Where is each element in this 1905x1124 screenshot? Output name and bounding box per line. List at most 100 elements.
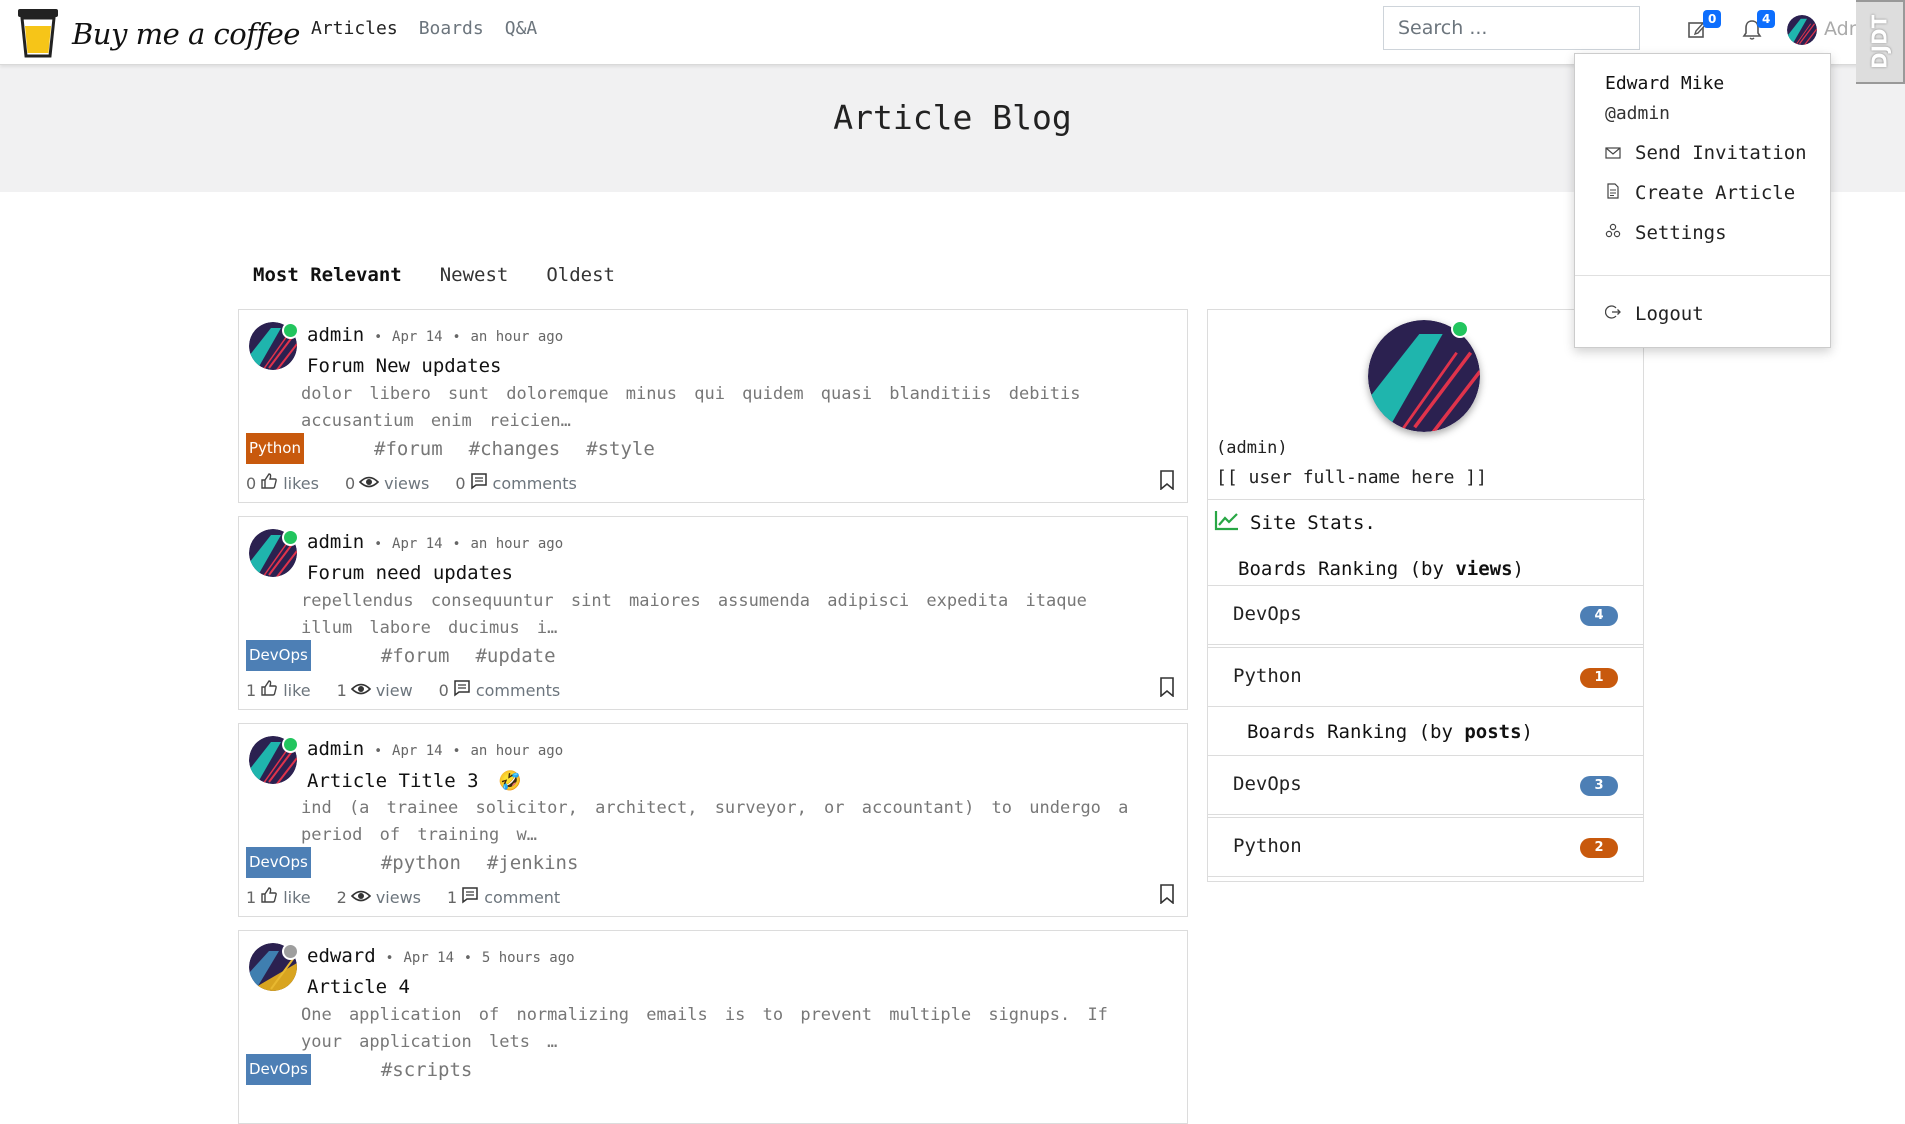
online-status-dot: [282, 736, 299, 753]
menu-user-handle: @admin: [1605, 103, 1671, 124]
meta-separator: •: [374, 744, 383, 759]
post-excerpt: ind (a trainee solicitor, architect, sur…: [301, 798, 1129, 845]
thumbs-up-icon: [260, 679, 278, 701]
ranking-item[interactable]: DevOps 4: [1208, 585, 1643, 645]
author-avatar[interactable]: [249, 529, 299, 577]
hashtag[interactable]: #forum: [381, 645, 450, 667]
hashtag[interactable]: #changes: [469, 438, 561, 460]
ranking-item[interactable]: Python 1: [1208, 647, 1643, 707]
meta-separator: •: [464, 951, 472, 966]
board-tag[interactable]: Python: [246, 433, 304, 464]
post-time-ago: an hour ago: [470, 329, 564, 345]
post-title[interactable]: Article 4: [307, 976, 410, 998]
post-date: Apr 14: [392, 536, 443, 552]
profile-username: (admin): [1216, 438, 1288, 458]
create-article-item[interactable]: Create Article: [1605, 182, 1795, 204]
notifications-count-badge: 4: [1757, 10, 1776, 28]
views-ranking-heading: Boards Ranking (by views): [1238, 558, 1524, 580]
logout-icon: [1604, 303, 1635, 325]
settings-item[interactable]: Settings: [1605, 222, 1727, 244]
comments-stat[interactable]: 0 comments: [455, 472, 577, 494]
bookmark-icon[interactable]: [1159, 884, 1177, 906]
comment-icon: [470, 472, 488, 494]
settings-icon: [1605, 222, 1635, 244]
online-status-dot: [282, 322, 299, 339]
nav-qa-link[interactable]: Q&A: [505, 18, 538, 39]
author-avatar[interactable]: [249, 943, 299, 991]
likes-stat[interactable]: 0 likes: [246, 472, 319, 494]
comments-stat[interactable]: 0 comments: [439, 679, 560, 701]
meta-separator: •: [374, 537, 383, 552]
post-card[interactable]: admin • Apr 14 • an hour ago Forum New u…: [238, 309, 1188, 503]
post-author[interactable]: edward: [307, 945, 376, 967]
likes-stat[interactable]: 1 like: [246, 679, 311, 701]
author-avatar[interactable]: [249, 322, 299, 370]
online-status-dot: [282, 529, 299, 546]
views-stat: 0 views: [344, 473, 430, 493]
user-dropdown-menu: Edward Mike @admin Send Invitation Creat…: [1574, 53, 1831, 348]
post-excerpt: dolor libero sunt doloremque minus qui q…: [301, 384, 1081, 431]
board-tag[interactable]: DevOps: [246, 1054, 311, 1085]
drafts-button[interactable]: 0: [1687, 10, 1722, 44]
tab-oldest[interactable]: Oldest: [546, 264, 615, 286]
envelope-icon: [1605, 142, 1635, 164]
brand-name: Buy me a coffee: [72, 17, 300, 51]
board-name: DevOps: [1233, 603, 1302, 625]
offline-status-dot: [282, 943, 299, 960]
post-title[interactable]: Forum New updates: [307, 355, 501, 377]
profile-fullname: [[ user full-name here ]]: [1216, 467, 1487, 488]
hashtag[interactable]: #forum: [374, 438, 443, 460]
board-tag[interactable]: DevOps: [246, 847, 311, 878]
author-avatar[interactable]: [249, 736, 299, 784]
bookmark-icon[interactable]: [1159, 470, 1177, 492]
nav-articles-link[interactable]: Articles: [311, 18, 398, 39]
post-author[interactable]: admin: [307, 531, 364, 553]
drafts-count-badge: 0: [1703, 10, 1722, 28]
views-stat: 2 views: [336, 887, 421, 907]
brand[interactable]: Buy me a coffee: [16, 6, 300, 62]
nav-boards-link[interactable]: Boards: [419, 18, 484, 39]
post-author[interactable]: admin: [307, 324, 364, 346]
ranking-item[interactable]: Python 2: [1208, 817, 1643, 877]
post-card[interactable]: admin • Apr 14 • an hour ago Article Tit…: [238, 723, 1188, 917]
post-date: Apr 14: [403, 950, 455, 966]
notifications-button[interactable]: 4: [1741, 10, 1776, 44]
document-icon: [1605, 182, 1635, 204]
meta-separator: •: [374, 330, 383, 345]
ranking-item[interactable]: DevOps 3: [1208, 755, 1643, 815]
debug-toolbar-handle[interactable]: DJDT: [1856, 0, 1905, 84]
comment-icon: [461, 886, 479, 908]
profile-sidebar: (admin) [[ user full-name here ]] Site S…: [1207, 309, 1645, 882]
menu-divider: [1575, 275, 1830, 276]
hashtag[interactable]: #update: [475, 645, 555, 667]
hashtag[interactable]: #scripts: [381, 1059, 473, 1081]
user-avatar[interactable]: [1787, 15, 1817, 45]
hashtag[interactable]: #jenkins: [487, 852, 579, 874]
eye-icon: [350, 888, 371, 907]
logout-item[interactable]: Logout: [1604, 303, 1704, 325]
views-stat: 1 view: [336, 680, 413, 700]
post-card[interactable]: admin • Apr 14 • an hour ago Forum need …: [238, 516, 1188, 710]
hashtag[interactable]: #style: [586, 438, 655, 460]
meta-separator: •: [452, 744, 461, 759]
post-title[interactable]: Article Title 3 🤣: [307, 769, 522, 792]
post-date: Apr 14: [392, 329, 443, 345]
meta-separator: •: [452, 330, 461, 345]
likes-stat[interactable]: 1 like: [246, 886, 311, 908]
menu-user-name: Edward Mike: [1605, 73, 1725, 94]
comments-stat[interactable]: 1 comment: [447, 886, 560, 908]
post-title[interactable]: Forum need updates: [307, 562, 513, 584]
board-tag[interactable]: DevOps: [246, 640, 311, 671]
hashtag[interactable]: #python: [381, 852, 461, 874]
count-badge: 2: [1580, 838, 1618, 858]
board-name: Python: [1233, 835, 1302, 857]
bookmark-icon[interactable]: [1159, 677, 1177, 699]
post-card[interactable]: edward • Apr 14 • 5 hours ago Article 4 …: [238, 930, 1188, 1124]
site-stats-link[interactable]: Site Stats.: [1214, 509, 1376, 536]
post-author[interactable]: admin: [307, 738, 364, 760]
send-invitation-item[interactable]: Send Invitation: [1605, 142, 1807, 164]
main-nav: Articles Boards Q&A: [311, 18, 537, 39]
tab-newest[interactable]: Newest: [440, 264, 509, 286]
search-input[interactable]: [1383, 6, 1640, 50]
tab-most-relevant[interactable]: Most Relevant: [253, 264, 402, 286]
